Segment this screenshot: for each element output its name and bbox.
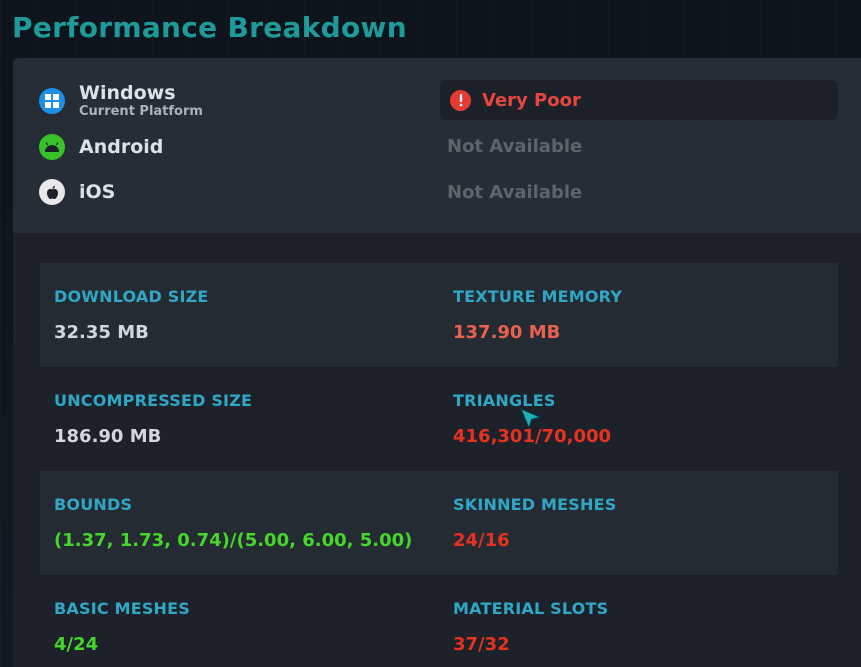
page-title: Performance Breakdown [12,11,407,44]
rating-label-ios: Not Available [447,182,583,203]
rating-label-android: Not Available [447,136,583,157]
platform-row-windows[interactable]: Windows Current Platform [39,82,203,120]
stat-label: UNCOMPRESSED SIZE [54,391,253,410]
stat-skinned-meshes: SKINNED MESHES 24/16 [453,471,851,575]
stat-download-size: DOWNLOAD SIZE 32.35 MB [54,263,452,367]
stat-label: TEXTURE MEMORY [453,287,623,306]
platform-row-ios[interactable]: iOS [39,179,115,205]
windows-icon [39,88,65,114]
stat-value: 137.90 MB [453,322,561,343]
stats-row: UNCOMPRESSED SIZE 186.90 MB TRIANGLES 41… [40,367,838,471]
performance-breakdown-page: Performance Breakdown Windows Current Pl… [0,0,861,667]
stat-value: 37/32 [453,634,510,655]
android-icon [39,134,65,160]
stat-bounds: BOUNDS (1.37, 1.73, 0.74)/(5.00, 6.00, 5… [54,471,452,575]
stat-label: MATERIAL SLOTS [453,599,609,618]
stats-row: BOUNDS (1.37, 1.73, 0.74)/(5.00, 6.00, 5… [40,471,838,575]
stat-value: 4/24 [54,634,99,655]
stat-value: 32.35 MB [54,322,149,343]
platform-name-ios: iOS [79,181,116,203]
current-platform-label: Current Platform [79,104,203,119]
windows-rating-badge: Very Poor [440,80,838,120]
stat-uncompressed-size: UNCOMPRESSED SIZE 186.90 MB [54,367,452,471]
stat-basic-meshes: BASIC MESHES 4/24 [54,575,452,667]
error-icon [450,89,471,111]
stat-label: DOWNLOAD SIZE [54,287,209,306]
platform-row-android[interactable]: Android [39,134,163,160]
stat-value: 24/16 [453,530,510,551]
rating-label-windows: Very Poor [482,89,581,111]
stat-value: (1.37, 1.73, 0.74)/(5.00, 6.00, 5.00) [54,530,413,551]
stats-row: DOWNLOAD SIZE 32.35 MB TEXTURE MEMORY 13… [40,263,838,367]
apple-icon [39,179,65,205]
stat-triangles: TRIANGLES 416,301/70,000 [453,367,851,471]
platform-name-android: Android [79,136,164,158]
platform-section: Windows Current Platform Android iOS Ver… [13,58,861,233]
mouse-cursor-icon [520,408,542,430]
stat-texture-memory: TEXTURE MEMORY 137.90 MB [453,263,851,367]
stats-row: BASIC MESHES 4/24 MATERIAL SLOTS 37/32 [40,575,838,667]
stat-value: 186.90 MB [54,426,162,447]
stat-label: BOUNDS [54,495,133,514]
platform-name-windows: Windows [79,82,176,104]
stat-label: BASIC MESHES [54,599,190,618]
stat-label: SKINNED MESHES [453,495,617,514]
stat-material-slots: MATERIAL SLOTS 37/32 [453,575,851,667]
performance-panel: Windows Current Platform Android iOS Ver… [13,58,861,667]
